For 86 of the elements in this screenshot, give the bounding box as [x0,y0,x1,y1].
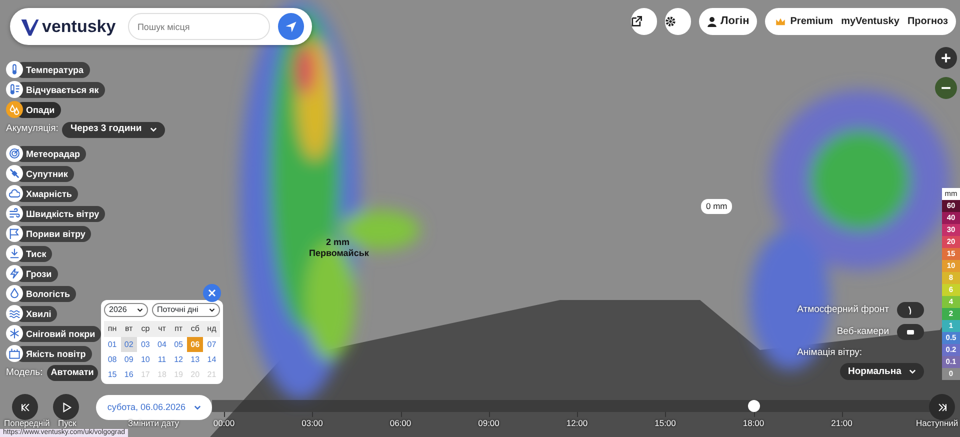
satellite-icon [9,168,20,179]
radar-icon [9,148,20,159]
play-icon [60,402,72,412]
play-label: Пуск [58,418,76,428]
calendar-day[interactable]: 12 [170,352,187,367]
date-button[interactable]: субота, 06.06.2026 [96,395,212,420]
calendar-day[interactable]: 10 [137,352,154,367]
logo-text: ventusky [42,16,116,38]
weekday-label: вт [120,321,138,337]
user-icon [706,16,717,26]
lightning-icon [9,268,20,279]
premium-link[interactable]: Premium [775,14,834,29]
time-label: 18:00 [742,418,764,428]
forecast-link[interactable]: Прогноз [907,14,948,29]
wind-icon [9,208,20,219]
timeline-track[interactable] [212,400,930,412]
city-label: Первомайськ [309,247,369,260]
chevron-down-icon [194,404,201,411]
weekday-label: ср [137,321,154,337]
time-label: 09:00 [478,418,500,428]
wind-animation-label: Анімація вітру: [797,346,862,360]
calendar-day[interactable]: 13 [186,352,204,367]
calendar-day[interactable]: 09 [120,352,138,367]
crown-icon [775,16,786,26]
calendar-day[interactable]: 15 [104,367,121,382]
calendar-day[interactable]: 16 [120,367,138,382]
cloud-icon [9,188,20,199]
previous-label: Попередній [4,418,50,428]
fast-forward-icon [936,402,948,412]
weekday-label: нд [203,321,220,337]
webcams-toggle[interactable] [897,324,924,340]
time-label: 06:00 [390,418,412,428]
calendar-day[interactable]: 14 [203,352,220,367]
camera-icon [906,328,915,336]
locate-button[interactable] [278,13,304,40]
time-label: 12:00 [566,418,588,428]
thermometer-icon [9,84,20,95]
wind-animation-select[interactable]: Нормальна [840,363,924,380]
chevron-down-icon [150,126,157,133]
arrow-down-icon [9,248,20,259]
my-ventusky-link[interactable]: myVentusky [841,14,900,29]
accumulation-label: Акумуляція: [6,122,58,136]
change-date-label: Змінити дату [128,418,180,428]
time-label: 21:00 [831,418,852,428]
calendar-day[interactable]: 11 [154,352,170,367]
calendar-day[interactable]: 02 [120,337,138,352]
value-bubble: 0 mm [701,199,732,214]
chevron-down-icon [909,368,916,376]
model-label: Модель: [6,366,43,380]
calendar-day[interactable]: 03 [137,337,154,352]
flag-icon [9,228,20,239]
next-label: Наступний [916,418,958,428]
water-drop-icon [9,288,20,299]
calendar-day[interactable]: 08 [104,352,121,367]
chevron-down-icon [209,307,215,313]
chevron-down-icon [137,307,143,313]
weekday-label: сб [186,321,204,337]
time-label: 15:00 [654,418,676,428]
snowflake-icon [9,328,20,339]
calendar-day[interactable]: 05 [170,337,187,352]
waves-icon [9,308,20,319]
time-label: 00:00 [213,418,235,428]
precipitation-amount: 2 mm [326,236,350,249]
webcams-label: Веб-камери [836,324,889,339]
rewind-icon [20,402,30,412]
calendar-day[interactable]: 04 [154,337,170,352]
calendar-day[interactable]: 01 [104,337,121,352]
calendar-day[interactable]: 07 [203,337,220,352]
year-select[interactable]: 2026 [104,303,148,317]
range-select[interactable]: Поточні дні [152,303,220,317]
weekday-label: чт [154,321,170,337]
settings-icon [664,16,676,27]
search-field[interactable]: Пошук місця [128,13,270,40]
model-select[interactable]: Автомати [46,365,98,381]
weekday-label: пн [104,321,121,337]
login-button[interactable]: Логін [698,8,758,35]
weekday-label: пт [170,321,187,337]
external-link-icon [630,16,642,27]
accumulation-select[interactable]: Через 3 години [62,122,165,138]
raindrops-icon [9,104,20,115]
close-icon [208,289,216,297]
front-label: Атмосферний фронт [797,302,889,317]
plus-icon [941,53,951,63]
navigation-arrow-icon [284,20,297,32]
front-toggle[interactable] [897,302,924,318]
time-label: 03:00 [302,418,323,428]
